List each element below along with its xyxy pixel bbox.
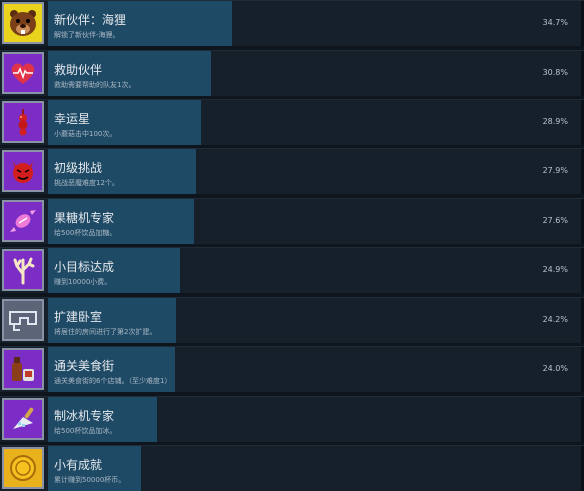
- achievement-desc: 给500杯饮品加冰。: [54, 427, 117, 435]
- achievement-percent: 30.8%: [542, 68, 568, 77]
- achievement-percent: 24.2%: [542, 315, 568, 324]
- achievement-percent: 24.9%: [542, 265, 568, 274]
- achievement-title: 幸运星: [54, 112, 91, 126]
- achievement-list: 新伙伴：海狸 解锁了新伙伴-海狸。 34.7% 救助伙伴 救助需要帮助的队友1次…: [0, 0, 584, 491]
- achievement-title: 果糖机专家: [54, 211, 115, 225]
- devil-icon: [2, 150, 44, 192]
- achievement-row[interactable]: 小目标达成 赚到10000小费。 24.9%: [0, 247, 584, 293]
- achievement-title: 救助伙伴: [54, 63, 103, 77]
- achievement-row[interactable]: 扩建卧室 将居住的房间进行了第2次扩建。 24.2%: [0, 297, 584, 343]
- achievement-title: 新伙伴：海狸: [54, 13, 127, 27]
- achievement-desc: 将居住的房间进行了第2次扩建。: [54, 328, 157, 336]
- achievement-percent: 28.9%: [542, 117, 568, 126]
- achievement-row[interactable]: 幸运星 小蘑菇击中100次。 28.9%: [0, 99, 584, 145]
- coral-icon: [2, 249, 44, 291]
- achievement-desc: 小蘑菇击中100次。: [54, 130, 117, 138]
- achievement-desc: 通关美食街的6个店铺。（至少难度1）: [54, 377, 172, 385]
- achievement-row[interactable]: 制冰机专家 给500杯饮品加冰。: [0, 396, 584, 442]
- achievement-title: 初级挑战: [54, 161, 103, 175]
- achievement-desc: 救助需要帮助的队友1次。: [54, 81, 136, 89]
- ice-scoop-icon: [2, 398, 44, 440]
- achievement-title: 小有成就: [54, 458, 103, 472]
- beaver-icon: [2, 2, 44, 44]
- achievement-percent: 27.6%: [542, 216, 568, 225]
- achievement-title: 小目标达成: [54, 260, 115, 274]
- achievement-row[interactable]: 初级挑战 挑战恶魔难度12个。 27.9%: [0, 148, 584, 194]
- achievement-desc: 挑战恶魔难度12个。: [54, 179, 119, 187]
- achievement-title: 扩建卧室: [54, 310, 103, 324]
- achievement-percent: 27.9%: [542, 166, 568, 175]
- achievement-desc: 赚到10000小费。: [54, 278, 112, 286]
- candy-icon: [2, 200, 44, 242]
- achievement-row[interactable]: 救助伙伴 救助需要帮助的队友1次。 30.8%: [0, 50, 584, 96]
- achievement-percent: 24.0%: [542, 364, 568, 373]
- lucky-star-icon: [2, 101, 44, 143]
- achievement-row[interactable]: 小有成就 累计赚到50000杯币。: [0, 445, 584, 491]
- achievement-desc: 解锁了新伙伴-海狸。: [54, 31, 120, 39]
- coin-icon: [2, 447, 44, 489]
- achievement-desc: 给500杯饮品加糖。: [54, 229, 117, 237]
- room-expand-icon: [2, 299, 44, 341]
- achievement-title: 通关美食街: [54, 359, 115, 373]
- food-street-icon: [2, 348, 44, 390]
- achievement-row[interactable]: 通关美食街 通关美食街的6个店铺。（至少难度1） 24.0%: [0, 346, 584, 392]
- achievement-title: 制冰机专家: [54, 409, 115, 423]
- achievement-row[interactable]: 新伙伴：海狸 解锁了新伙伴-海狸。 34.7%: [0, 0, 584, 46]
- heart-icon: [2, 52, 44, 94]
- achievement-percent: 34.7%: [542, 18, 568, 27]
- achievement-row[interactable]: 果糖机专家 给500杯饮品加糖。 27.6%: [0, 198, 584, 244]
